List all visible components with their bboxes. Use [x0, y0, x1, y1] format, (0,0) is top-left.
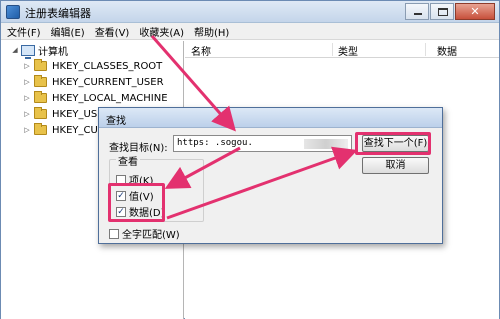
expand-icon[interactable]: ▷ — [23, 94, 31, 102]
maximize-button[interactable] — [430, 3, 454, 20]
tree-item-hkcu[interactable]: ▷ HKEY_CURRENT_USER — [23, 74, 164, 90]
folder-icon — [34, 59, 47, 71]
look-at-label: 查看 — [116, 153, 140, 168]
column-name[interactable]: 名称 — [191, 43, 211, 58]
window-title: 注册表编辑器 — [25, 7, 91, 20]
list-header: 名称 类型 数据 — [185, 41, 499, 58]
tree-root[interactable]: ◢ 计算机 — [11, 42, 68, 59]
tree-item-hklm[interactable]: ▷ HKEY_LOCAL_MACHINE — [23, 90, 168, 106]
expand-icon[interactable]: ▷ — [23, 110, 31, 118]
dialog-title-bar: 查找 — [99, 108, 442, 128]
tree-item-label: HKEY_CURRENT_USER — [52, 76, 164, 88]
whole-match-label: 全字匹配(W) — [122, 230, 180, 241]
menu-favorites[interactable]: 收藏夹(A) — [139, 24, 184, 39]
find-target-label: 查找目标(N): — [109, 143, 168, 154]
dialog-title: 查找 — [106, 116, 126, 127]
folder-icon — [34, 75, 47, 87]
menu-help[interactable]: 帮助(H) — [194, 24, 229, 39]
find-dialog: 查找 查找目标(N): https: .sogou. 查找下一个(F) 取消 查… — [98, 107, 443, 244]
expand-icon[interactable]: ▷ — [23, 62, 31, 70]
cancel-button[interactable]: 取消 — [362, 157, 429, 174]
menu-view[interactable]: 查看(V) — [95, 24, 130, 39]
column-data[interactable]: 数据 — [437, 43, 457, 58]
close-button[interactable]: ✕ — [455, 3, 495, 20]
minimize-button[interactable] — [405, 3, 429, 20]
tree-item-hkcr[interactable]: ▷ HKEY_CLASSES_ROOT — [23, 58, 162, 74]
find-target-input[interactable]: https: .sogou. — [173, 135, 352, 152]
tree-item-label: HKEY_CU — [52, 124, 98, 136]
tree-root-label: 计算机 — [38, 46, 68, 58]
tree-item-hkcc[interactable]: ▷ HKEY_CU — [23, 122, 98, 138]
close-icon: ✕ — [470, 5, 480, 18]
minimize-icon — [414, 13, 422, 15]
column-divider[interactable] — [425, 43, 426, 56]
redacted-text — [304, 139, 348, 149]
window-controls: ✕ — [404, 3, 495, 20]
folder-icon — [34, 123, 47, 135]
folder-icon — [34, 91, 47, 103]
options-highlight — [108, 183, 165, 222]
find-target-value: https: .sogou. — [177, 138, 253, 148]
expand-icon[interactable]: ▷ — [23, 78, 31, 86]
computer-icon — [21, 44, 35, 59]
registry-app-icon — [6, 5, 20, 19]
option-whole-match[interactable]: 全字匹配(W) — [109, 226, 180, 241]
find-next-highlight — [355, 132, 431, 155]
column-divider[interactable] — [332, 43, 333, 56]
folder-icon — [34, 107, 47, 119]
tree-item-label: HKEY_LOCAL_MACHINE — [52, 92, 168, 104]
expand-icon[interactable]: ▷ — [23, 126, 31, 134]
menu-file[interactable]: 文件(F) — [7, 24, 41, 39]
title-bar: 注册表编辑器 ✕ — [1, 1, 499, 23]
maximize-icon — [438, 8, 448, 16]
column-type[interactable]: 类型 — [338, 43, 358, 58]
tree-item-label: HKEY_CLASSES_ROOT — [52, 60, 163, 72]
collapse-icon[interactable]: ◢ — [11, 46, 19, 54]
menu-bar: 文件(F) 编辑(E) 查看(V) 收藏夹(A) 帮助(H) — [1, 23, 499, 40]
menu-edit[interactable]: 编辑(E) — [51, 24, 85, 39]
whole-match-checkbox[interactable] — [109, 228, 119, 239]
